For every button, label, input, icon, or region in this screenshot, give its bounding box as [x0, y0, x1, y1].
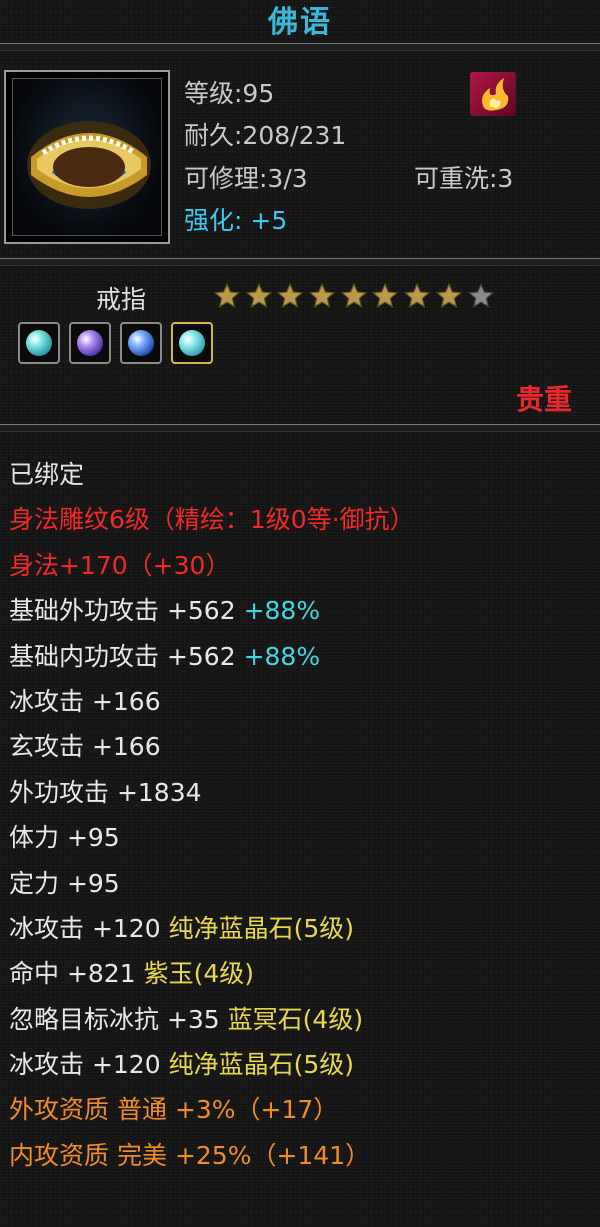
- gem-orb-icon: [77, 330, 103, 356]
- quality-label: 外攻资质: [9, 1095, 110, 1125]
- stat-text: 冰攻击 +120: [9, 1050, 161, 1080]
- stat-text: 忽略目标冰抗 +35: [9, 1004, 220, 1034]
- gem-name: 蓝冥石(4级): [227, 1004, 364, 1034]
- stamina-line: 体力 +95: [9, 823, 120, 853]
- gem-slot-icon[interactable]: [18, 322, 60, 364]
- durability-label: 耐久:208/231: [184, 121, 347, 150]
- stat-text: 命中 +821: [9, 959, 136, 989]
- quality-grade: 完美: [116, 1140, 167, 1170]
- base-int-attack-line: 基础内功攻击 +562 +88%: [9, 634, 599, 679]
- gem-name: 紫玉(4级): [143, 959, 254, 989]
- quality-grade: 普通: [116, 1095, 167, 1125]
- gem-slot-icon[interactable]: [69, 322, 111, 364]
- star-filled-icon: [245, 282, 275, 310]
- stat-bonus: +88%: [243, 641, 321, 671]
- ring-icon: [12, 78, 162, 236]
- gem-stat-line: 冰攻击 +120 纯净蓝晶石(5级): [9, 906, 599, 951]
- gem-name: 纯净蓝晶石(5级): [168, 913, 354, 943]
- quality-label: 内攻资质: [9, 1140, 110, 1170]
- bound-status: 已绑定: [9, 460, 85, 489]
- flame-badge-icon: [470, 72, 516, 116]
- divider: [0, 424, 600, 432]
- stat-text: 基础内功攻击 +562: [9, 641, 236, 671]
- gem-name: 纯净蓝晶石(5级): [168, 1050, 354, 1080]
- gem-stat-line: 冰攻击 +120 纯净蓝晶石(5级): [9, 1042, 599, 1087]
- star-rating: [213, 282, 498, 310]
- level-label: 等级:95: [184, 79, 275, 108]
- engraving-line: 身法雕纹6级（精绘：1级0等·御抗）: [9, 505, 415, 535]
- gem-stat-line: 命中 +821 紫玉(4级): [9, 951, 599, 996]
- ice-attack-line: 冰攻击 +166: [9, 686, 161, 716]
- quality-ext-line: 外攻资质 普通 +3%（+17）: [9, 1087, 599, 1132]
- star-filled-icon: [403, 282, 433, 310]
- quality-value: +25%（+141）: [174, 1140, 371, 1170]
- gem-orb-icon: [26, 330, 52, 356]
- gem-stat-line: 忽略目标冰抗 +35 蓝冥石(4级): [9, 997, 599, 1042]
- agility-line: 身法+170（+30）: [9, 550, 231, 580]
- star-empty-icon: [467, 282, 497, 310]
- gem-slot-icon[interactable]: [120, 322, 162, 364]
- ext-attack-line: 外功攻击 +1834: [9, 777, 202, 807]
- rarity-label: 贵重: [515, 383, 572, 416]
- stats-list: 已绑定 身法雕纹6级（精绘：1级0等·御抗） 身法+170（+30） 基础外功攻…: [9, 452, 599, 1178]
- stat-bonus: +88%: [243, 596, 321, 626]
- repairable-label: 可修理:3/3: [184, 164, 308, 193]
- gem-slot-icon[interactable]: [171, 322, 213, 364]
- gem-slots: [18, 322, 222, 364]
- star-filled-icon: [276, 282, 306, 310]
- star-filled-icon: [371, 282, 401, 310]
- star-filled-icon: [213, 282, 243, 310]
- quality-value: +3%（+17）: [174, 1095, 339, 1125]
- stat-text: 冰攻击 +120: [9, 913, 161, 943]
- xuan-attack-line: 玄攻击 +166: [9, 732, 161, 762]
- item-type: 戒指: [96, 285, 147, 314]
- rewashable-label: 可重洗:3: [414, 164, 514, 193]
- item-name: 佛语: [268, 5, 332, 40]
- item-icon-frame[interactable]: [4, 70, 170, 244]
- star-filled-icon: [308, 282, 338, 310]
- star-filled-icon: [340, 282, 370, 310]
- divider: [0, 258, 600, 266]
- gem-orb-icon: [179, 330, 205, 356]
- gem-orb-icon: [128, 330, 154, 356]
- divider: [0, 43, 600, 51]
- enhance-label: 强化: +5: [184, 206, 288, 235]
- stat-text: 基础外功攻击 +562: [9, 596, 236, 626]
- base-ext-attack-line: 基础外功攻击 +562 +88%: [9, 588, 599, 633]
- focus-line: 定力 +95: [9, 868, 120, 898]
- star-filled-icon: [435, 282, 465, 310]
- quality-int-line: 内攻资质 完美 +25%（+141）: [9, 1133, 599, 1178]
